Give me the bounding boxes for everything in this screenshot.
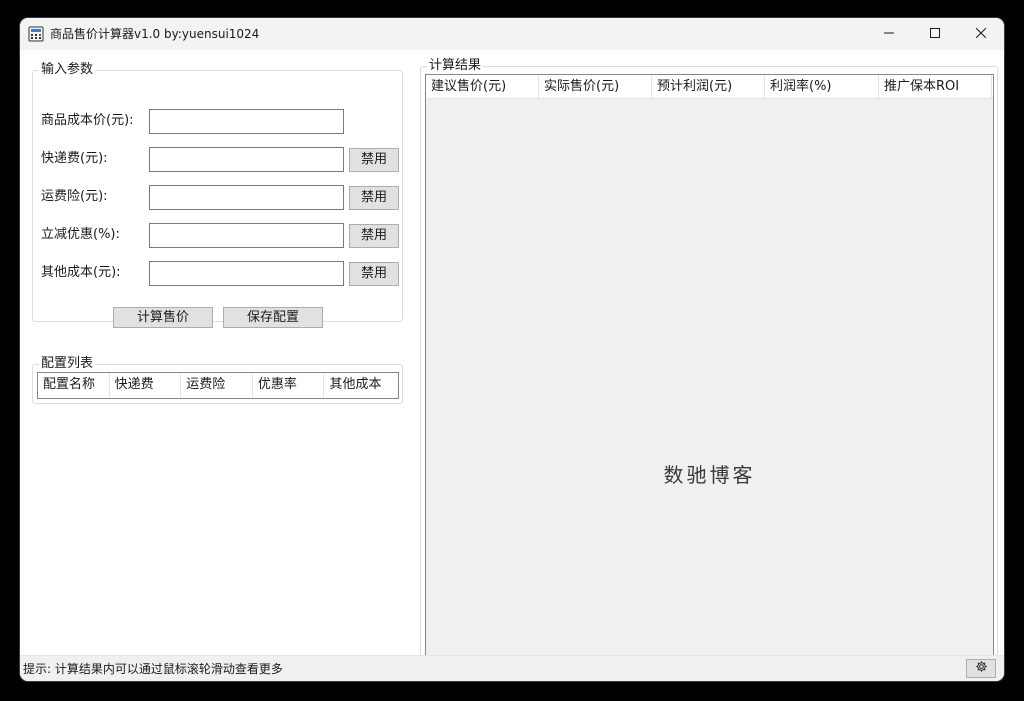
other-cost-input[interactable]	[149, 261, 344, 286]
shipping-fee-disable-button[interactable]: 禁用	[349, 148, 399, 172]
config-col-name[interactable]: 配置名称	[38, 373, 110, 398]
app-window: 商品售价计算器v1.0 by:yuensui1024 输入参数 商品成本价(元)…	[20, 18, 1004, 681]
close-icon	[975, 27, 987, 42]
save-config-button[interactable]: 保存配置	[223, 307, 323, 328]
config-col-other-cost[interactable]: 其他成本	[324, 373, 398, 398]
other-cost-disable-button[interactable]: 禁用	[349, 262, 399, 286]
result-col-suggested-price[interactable]: 建议售价(元)	[426, 75, 539, 99]
close-button[interactable]	[958, 18, 1004, 50]
discount-label: 立减优惠(%):	[41, 227, 120, 242]
input-params-legend: 输入参数	[39, 62, 96, 78]
shipping-insurance-input[interactable]	[149, 185, 344, 210]
cost-price-label: 商品成本价(元):	[41, 113, 134, 128]
maximize-button[interactable]	[912, 18, 958, 50]
result-list-header: 建议售价(元) 实际售价(元) 预计利润(元) 利润率(%) 推广保本ROI	[426, 75, 993, 99]
result-group: 计算结果 建议售价(元) 实际售价(元) 预计利润(元) 利润率(%) 推广保本…	[420, 58, 998, 674]
minimize-icon	[884, 27, 894, 42]
result-list-body[interactable]: 数驰博客	[426, 99, 993, 673]
discount-disable-button[interactable]: 禁用	[349, 224, 399, 248]
calculator-app-icon	[28, 26, 44, 42]
config-list-view[interactable]: 配置名称 快递费 运费险 优惠率 其他成本	[37, 372, 399, 399]
minimize-button[interactable]	[866, 18, 912, 50]
shipping-fee-input[interactable]	[149, 147, 344, 172]
maximize-icon	[930, 27, 940, 42]
config-col-insurance[interactable]: 运费险	[181, 373, 253, 398]
title-bar[interactable]: 商品售价计算器v1.0 by:yuensui1024	[20, 18, 1004, 50]
result-col-actual-price[interactable]: 实际售价(元)	[539, 75, 652, 99]
result-col-estimated-profit[interactable]: 预计利润(元)	[652, 75, 765, 99]
shipping-insurance-disable-button[interactable]: 禁用	[349, 186, 399, 210]
input-params-group: 输入参数 商品成本价(元): 快递费(元): 禁用 运费险(元): 禁用 立减优…	[32, 62, 403, 328]
config-col-discount[interactable]: 优惠率	[253, 373, 325, 398]
result-col-roi[interactable]: 推广保本ROI	[879, 75, 992, 99]
gear-icon	[975, 660, 988, 677]
config-col-shipping[interactable]: 快递费	[110, 373, 182, 398]
result-list-view[interactable]: 建议售价(元) 实际售价(元) 预计利润(元) 利润率(%) 推广保本ROI 数…	[425, 74, 994, 674]
shipping-fee-label: 快递费(元):	[41, 151, 108, 166]
config-list-header: 配置名称 快递费 运费险 优惠率 其他成本	[38, 373, 398, 398]
shipping-insurance-label: 运费险(元):	[41, 189, 108, 204]
calculate-price-button[interactable]: 计算售价	[113, 307, 213, 328]
status-hint: 提示: 计算结果内可以通过鼠标滚轮滑动查看更多	[23, 662, 283, 676]
other-cost-label: 其他成本(元):	[41, 265, 121, 280]
config-list-legend: 配置列表	[39, 356, 96, 372]
cost-price-input[interactable]	[149, 109, 344, 134]
config-list-group: 配置列表 配置名称 快递费 运费险 优惠率 其他成本	[32, 356, 403, 404]
window-title: 商品售价计算器v1.0 by:yuensui1024	[50, 27, 260, 41]
result-legend: 计算结果	[427, 58, 484, 74]
client-area: 输入参数 商品成本价(元): 快递费(元): 禁用 运费险(元): 禁用 立减优…	[20, 50, 1004, 674]
discount-input[interactable]	[149, 223, 344, 248]
settings-button[interactable]	[966, 659, 996, 678]
status-bar: 提示: 计算结果内可以通过鼠标滚轮滑动查看更多	[20, 655, 1004, 681]
watermark-text: 数驰博客	[663, 463, 756, 487]
result-col-profit-rate[interactable]: 利润率(%)	[765, 75, 879, 99]
